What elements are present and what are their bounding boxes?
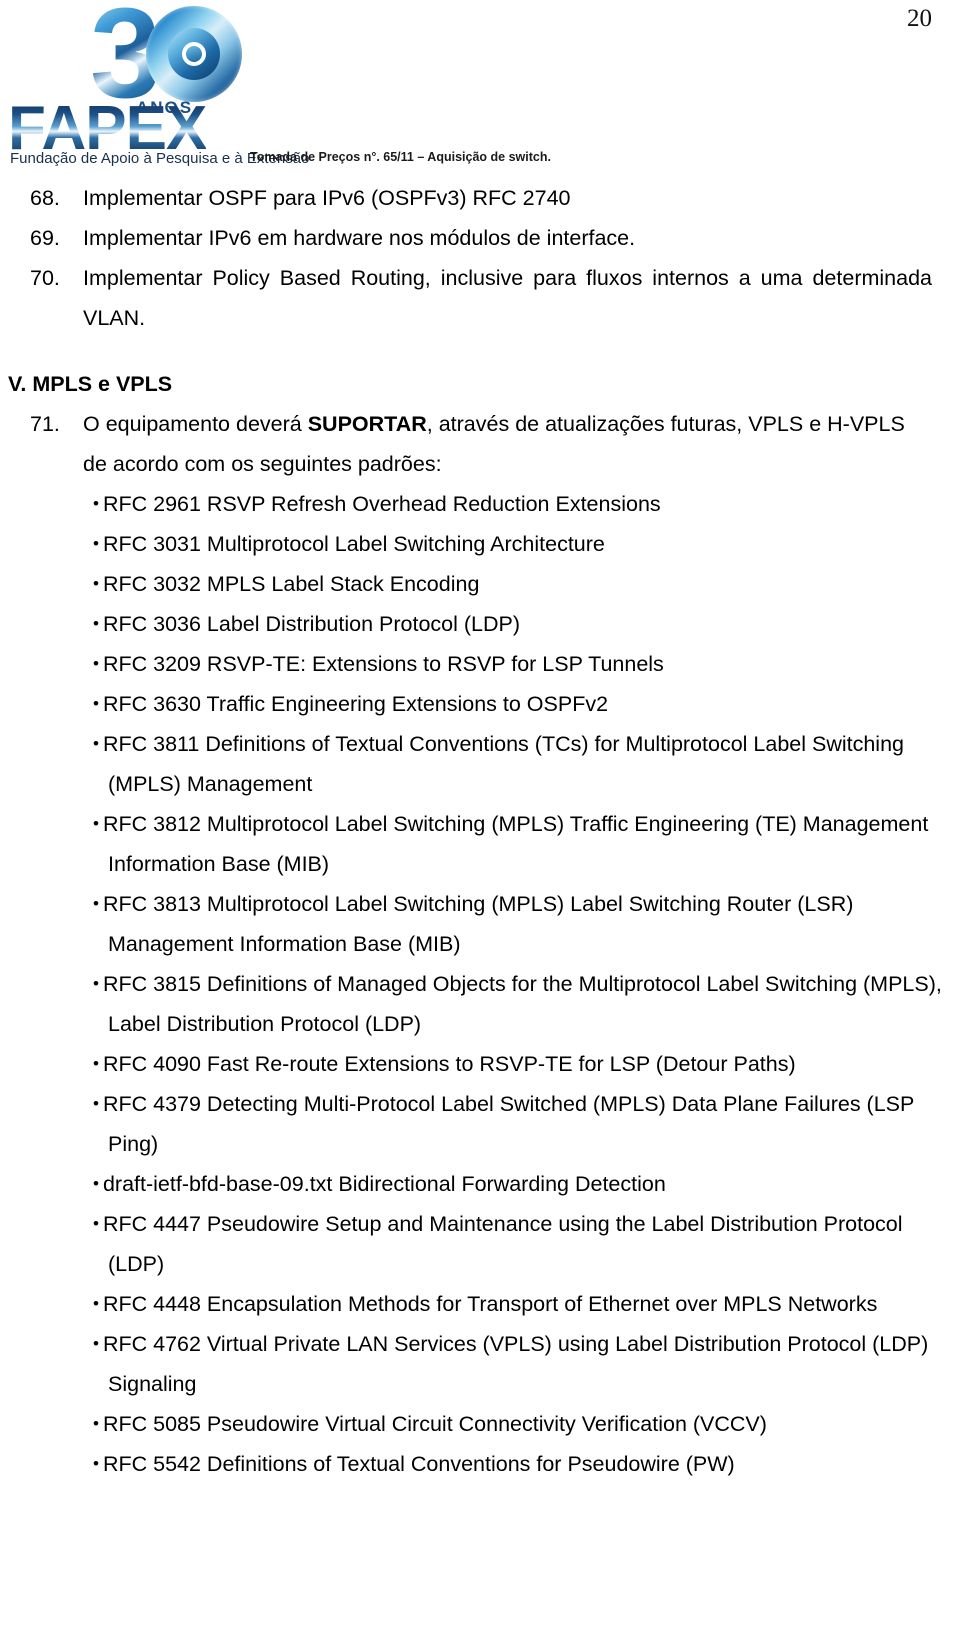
rfc-list-item: • RFC 3815 Definitions of Managed Objects… [8, 964, 944, 1044]
rfc-list-item-label: RFC 4448 Encapsulation Methods for Trans… [102, 1292, 878, 1316]
rfc-list-item-label: RFC 3036 Label Distribution Protocol (LD… [102, 612, 520, 636]
bullet-icon: • [93, 1414, 99, 1433]
bullet-icon: • [93, 1174, 99, 1193]
requirement-item-70: 70. Implementar Policy Based Routing, in… [8, 258, 932, 338]
rfc-list-item-label: RFC 3630 Traffic Engineering Extensions … [102, 692, 609, 716]
rfc-list-item: • RFC 3036 Label Distribution Protocol (L… [8, 604, 944, 644]
rfc-list-item-label: RFC 2961 RSVP Refresh Overhead Reduction… [102, 492, 661, 516]
rfc-list-item-label: RFC 3031 Multiprotocol Label Switching A… [102, 532, 605, 556]
rfc-list-item: • RFC 3032 MPLS Label Stack Encoding [8, 564, 944, 604]
rfc-list-item: • RFC 4448 Encapsulation Methods for Tran… [8, 1284, 944, 1324]
bullet-icon: • [93, 1454, 99, 1473]
bullet-icon: • [93, 894, 99, 913]
bullet-icon: • [93, 734, 99, 753]
rfc-list-item: • RFC 5542 Definitions of Textual Convent… [8, 1444, 944, 1484]
rfc-list-item: • RFC 4447 Pseudowire Setup and Maintenan… [8, 1204, 944, 1284]
item-text: Implementar IPv6 em hardware nos módulos… [83, 226, 636, 250]
rfc-list-item: • RFC 3630 Traffic Engineering Extensions… [8, 684, 944, 724]
rfc-list-item-label: RFC 4379 Detecting Multi-Protocol Label … [102, 1092, 914, 1156]
rfc-list-item-label: draft-ietf-bfd-base-09.txt Bidirectional… [102, 1172, 666, 1196]
bullet-icon: • [93, 494, 99, 513]
header-document-note: Tomada de Preços n°. 65/11 – Aquisição d… [250, 150, 551, 164]
rfc-list-item-label: RFC 3812 Multiprotocol Label Switching (… [102, 812, 929, 876]
rfc-list-item-label: RFC 4090 Fast Re-route Extensions to RSV… [102, 1052, 796, 1076]
bullet-icon: • [93, 574, 99, 593]
rfc-list-item-label: RFC 3813 Multiprotocol Label Switching (… [102, 892, 854, 956]
rfc-list-item-label: RFC 5542 Definitions of Textual Conventi… [102, 1452, 735, 1476]
requirement-item-68: 68. Implementar OSPF para IPv6 (OSPFv3) … [8, 178, 932, 218]
document-body: 68. Implementar OSPF para IPv6 (OSPFv3) … [0, 178, 960, 1484]
rfc-list-item-label: RFC 5085 Pseudowire Virtual Circuit Conn… [102, 1412, 767, 1436]
bullet-icon: • [93, 1334, 99, 1353]
item-text: Implementar OSPF para IPv6 (OSPFv3) RFC … [83, 186, 571, 210]
item-71-text-before: O equipamento deverá [83, 412, 308, 436]
item-71-bold-suportar: SUPORTAR [307, 412, 427, 436]
item-text: Implementar Policy Based Routing, inclus… [83, 266, 932, 330]
rfc-list-item: • RFC 3209 RSVP-TE: Extensions to RSVP fo… [8, 644, 944, 684]
rfc-list-item-label: RFC 3209 RSVP-TE: Extensions to RSVP for… [102, 652, 664, 676]
rfc-list-item: • RFC 4762 Virtual Private LAN Services (… [8, 1324, 944, 1404]
bullet-icon: • [93, 694, 99, 713]
item-number: 69. [30, 226, 60, 250]
rfc-list-item-label: RFC 4447 Pseudowire Setup and Maintenanc… [102, 1212, 903, 1276]
bullet-icon: • [93, 1214, 99, 1233]
rfc-list-item: • RFC 3811 Definitions of Textual Convent… [8, 724, 944, 804]
fapex-logo: 30 ANOS FAPEX Fundação de Apoio à Pesqui… [8, 0, 309, 172]
rfc-list-item: • RFC 4090 Fast Re-route Extensions to RS… [8, 1044, 944, 1084]
rfc-list-item-label: RFC 3811 Definitions of Textual Conventi… [102, 732, 904, 796]
item-number: 68. [30, 186, 60, 210]
rfc-list-item-label: RFC 3815 Definitions of Managed Objects … [102, 972, 942, 1036]
rfc-list-item: • RFC 2961 RSVP Refresh Overhead Reductio… [8, 484, 944, 524]
item-number: 70. [30, 266, 60, 290]
rfc-list-item: • RFC 3813 Multiprotocol Label Switching … [8, 884, 944, 964]
bullet-icon: • [93, 974, 99, 993]
bullet-icon: • [93, 814, 99, 833]
bullet-icon: • [93, 614, 99, 633]
rfc-list-item: • RFC 3812 Multiprotocol Label Switching … [8, 804, 944, 884]
rfc-list-item: • RFC 3031 Multiprotocol Label Switching … [8, 524, 944, 564]
rfc-standards-list: • RFC 2961 RSVP Refresh Overhead Reductio… [8, 484, 944, 1484]
item-number: 71. [30, 412, 60, 436]
bullet-icon: • [93, 1294, 99, 1313]
requirement-item-71: 71. O equipamento deverá SUPORTAR, atrav… [8, 404, 932, 484]
document-header: 30 ANOS FAPEX Fundação de Apoio à Pesqui… [0, 0, 960, 175]
logo-ring-core-inner-icon [186, 46, 202, 62]
bullet-icon: • [93, 1094, 99, 1113]
rfc-list-item: • RFC 5085 Pseudowire Virtual Circuit Con… [8, 1404, 944, 1444]
section-heading-mpls-vpls: V. MPLS e VPLS [8, 372, 173, 396]
bullet-icon: • [93, 654, 99, 673]
bullet-icon: • [93, 534, 99, 553]
rfc-list-item: • draft-ietf-bfd-base-09.txt Bidirectiona… [8, 1164, 944, 1204]
item-text: O equipamento deverá SUPORTAR, através d… [83, 404, 932, 484]
rfc-list-item-label: RFC 3032 MPLS Label Stack Encoding [102, 572, 480, 596]
bullet-icon: • [93, 1054, 99, 1073]
requirement-item-69: 69. Implementar IPv6 em hardware nos mód… [8, 218, 932, 258]
rfc-list-item-label: RFC 4762 Virtual Private LAN Services (V… [102, 1332, 929, 1396]
rfc-list-item: • RFC 4379 Detecting Multi-Protocol Label… [8, 1084, 944, 1164]
